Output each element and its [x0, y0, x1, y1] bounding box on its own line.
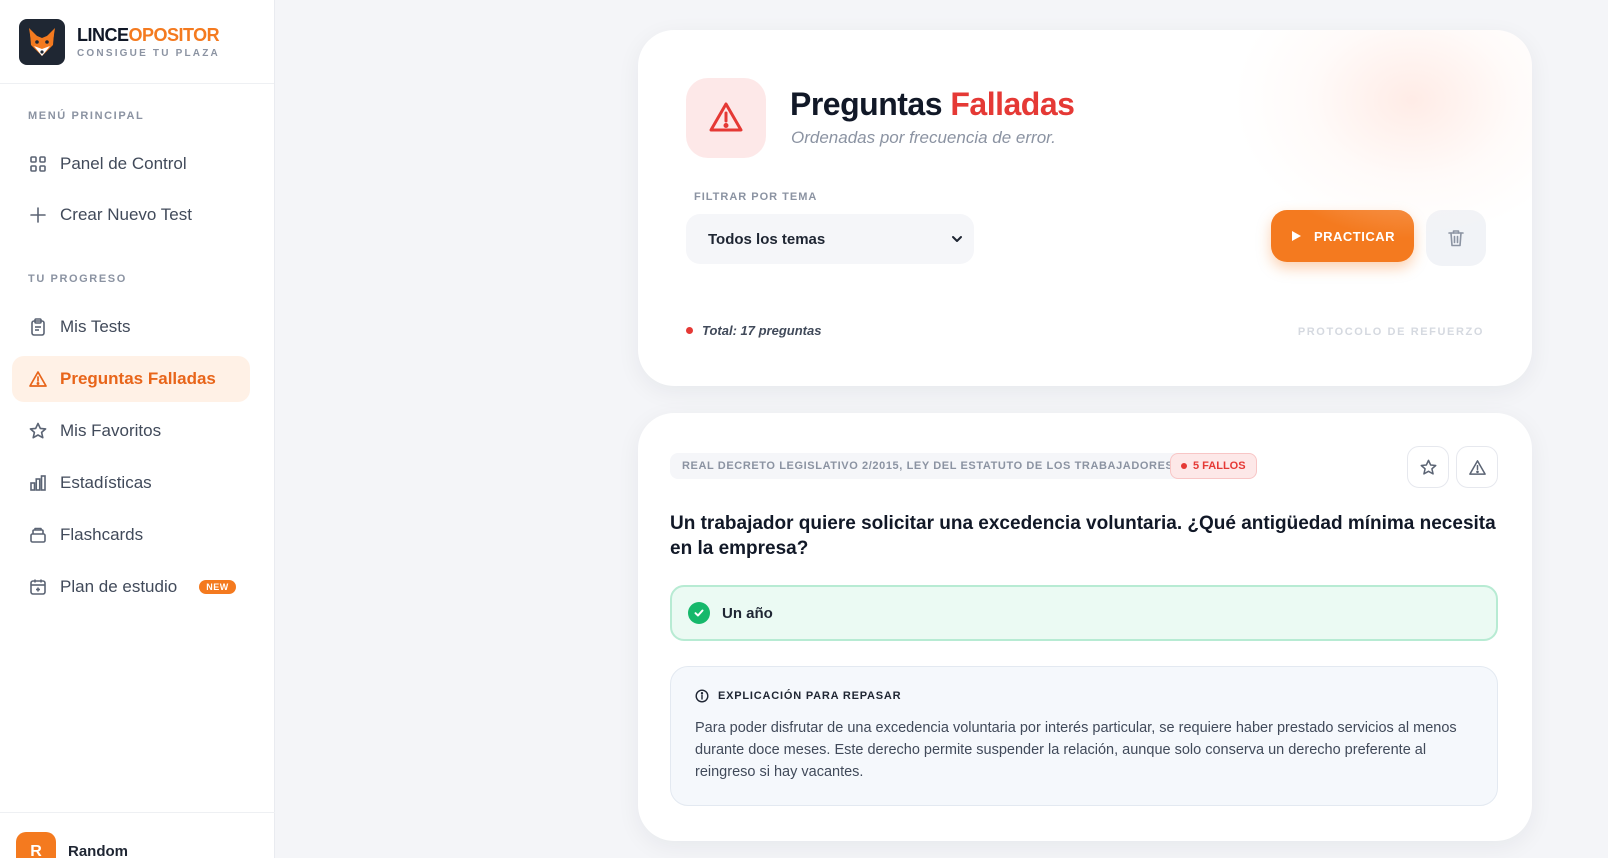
progress-section-label: TU PROGRESO [28, 273, 127, 285]
sidebar-item-label: Estadísticas [60, 473, 152, 492]
sidebar-item-mis-favoritos[interactable]: Mis Favoritos [12, 408, 250, 454]
law-tag: REAL DECRETO LEGISLATIVO 2/2015, LEY DEL… [670, 453, 1186, 479]
brand-name-part1: LINCE [77, 24, 129, 45]
trash-icon [1448, 230, 1464, 247]
sidebar-item-label: Mis Tests [60, 317, 131, 336]
calendar-icon [30, 579, 46, 595]
sidebar-item-label: Mis Favoritos [60, 421, 162, 440]
star-icon [29, 422, 47, 439]
practice-button[interactable]: PRACTICAR [1271, 210, 1414, 262]
star-icon [1420, 459, 1436, 475]
total-count-text: Total: 17 preguntas [702, 323, 822, 338]
explanation-text: Para poder disfrutar de una excedencia v… [695, 720, 1457, 780]
brand-tagline: CONSIGUE TU PLAZA [77, 47, 220, 59]
page-title-accent: Falladas [950, 86, 1075, 122]
page-title: Preguntas Falladas [790, 86, 1075, 123]
fails-badge-text: 5 FALLOS [1193, 460, 1246, 472]
main-menu-label: MENÚ PRINCIPAL [28, 110, 145, 122]
practice-button-label: PRACTICAR [1313, 228, 1396, 244]
bar-chart-icon [30, 475, 46, 491]
sidebar-item-mis-tests[interactable]: Mis Tests [12, 304, 250, 350]
new-badge: NEW [199, 580, 236, 594]
chevron-down-icon [952, 236, 962, 242]
correct-answer-text: Un año [722, 604, 773, 622]
brand[interactable]: LINCEOPOSITOR CONSIGUE TU PLAZA [0, 0, 274, 84]
sidebar-item-flashcards[interactable]: Flashcards [12, 512, 250, 558]
explanation-box: EXPLICACIÓN PARA REPASAR Para poder disf… [670, 666, 1498, 806]
check-circle-icon [688, 602, 710, 624]
plus-icon [30, 207, 46, 223]
sidebar-item-estadisticas[interactable]: Estadísticas [12, 460, 250, 506]
sidebar: LINCEOPOSITOR CONSIGUE TU PLAZA MENÚ PRI… [0, 0, 275, 858]
play-icon [1291, 231, 1301, 241]
question-text: Un trabajador quiere solicitar una exced… [670, 513, 1496, 559]
topic-filter-select[interactable]: Todos los temas [686, 214, 974, 264]
info-icon [695, 689, 709, 703]
sidebar-item-panel-de-control[interactable]: Panel de Control [12, 141, 250, 187]
report-button[interactable] [1456, 446, 1498, 488]
alert-triangle-icon [29, 371, 47, 387]
sidebar-item-crear-nuevo-test[interactable]: Crear Nuevo Test [12, 192, 250, 238]
header-card: Preguntas Falladas Ordenadas por frecuen… [638, 30, 1532, 386]
brand-name-part2: OPOSITOR [128, 24, 220, 45]
user-profile[interactable]: R Random [0, 812, 275, 858]
sidebar-item-label: Preguntas Falladas [60, 369, 216, 388]
question-card: REAL DECRETO LEGISLATIVO 2/2015, LEY DEL… [638, 413, 1532, 841]
sidebar-item-plan-de-estudio[interactable]: Plan de estudio NEW [12, 564, 250, 610]
explanation-label: EXPLICACIÓN PARA REPASAR [718, 690, 902, 702]
cards-icon [30, 527, 46, 543]
page-title-main: Preguntas [790, 86, 942, 122]
protocol-label: PROTOCOLO DE REFUERZO [1297, 326, 1484, 338]
alert-triangle-icon [1468, 459, 1486, 475]
total-count: Total: 17 preguntas [686, 323, 821, 338]
sidebar-item-preguntas-falladas[interactable]: Preguntas Falladas [12, 356, 250, 402]
fails-dot [1181, 463, 1187, 469]
page-subtitle: Ordenadas por frecuencia de error. [791, 128, 1056, 147]
sidebar-item-label: Crear Nuevo Test [60, 205, 192, 224]
status-dot [686, 327, 693, 334]
alert-triangle-icon [686, 78, 766, 158]
delete-button[interactable] [1426, 210, 1486, 266]
topic-filter-value: Todos los temas [708, 230, 826, 248]
correct-answer: Un año [670, 585, 1498, 641]
favorite-button[interactable] [1407, 446, 1449, 488]
sidebar-item-label: Panel de Control [60, 154, 187, 173]
sidebar-item-label: Flashcards [60, 525, 144, 544]
fails-badge: 5 FALLOS [1170, 453, 1257, 479]
brand-name: LINCEOPOSITOR [77, 25, 220, 45]
avatar: R [16, 832, 56, 858]
filter-label: FILTRAR POR TEMA [694, 191, 818, 203]
sidebar-item-label: Plan de estudio [60, 577, 178, 596]
user-name: Random [68, 843, 128, 858]
clipboard-icon [31, 318, 45, 336]
grid-icon [30, 156, 46, 172]
fox-logo-icon [19, 18, 65, 65]
